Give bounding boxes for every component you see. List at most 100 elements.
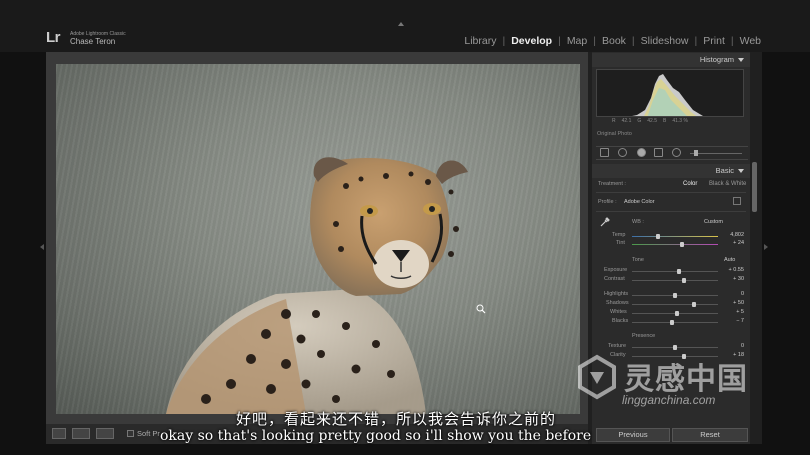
contrast-value[interactable]: + 30 xyxy=(733,276,744,282)
original-photo-label[interactable]: Original Photo xyxy=(597,131,632,137)
highlights-label: Highlights xyxy=(604,291,629,297)
module-book[interactable]: Book xyxy=(601,35,627,47)
basic-title: Basic xyxy=(715,166,734,175)
red-eye-icon[interactable] xyxy=(637,148,646,157)
app-logo: Lr xyxy=(46,29,61,46)
wb-eyedropper-icon[interactable] xyxy=(600,217,610,227)
module-web[interactable]: Web xyxy=(739,35,762,47)
readout-b-value: 41.3 % xyxy=(672,118,688,124)
contrast-slider[interactable] xyxy=(632,280,718,281)
watermark-logo-icon xyxy=(578,354,616,400)
cheetah-image xyxy=(166,157,468,414)
shadows-slider-knob[interactable] xyxy=(691,302,696,307)
divider xyxy=(596,211,746,212)
treatment-bw-button[interactable]: Black & White xyxy=(706,180,749,188)
divider xyxy=(596,192,746,193)
contrast-slider-knob[interactable] xyxy=(681,278,686,283)
histogram-readout: R 42.1 G 42.5 B 41.3 % xyxy=(612,118,712,124)
whites-slider-knob[interactable] xyxy=(674,311,679,316)
basic-panel-header[interactable]: Basic xyxy=(592,164,750,178)
collapse-top-panel-icon[interactable] xyxy=(398,22,404,26)
profile-browser-icon[interactable] xyxy=(733,197,741,205)
texture-label: Texture xyxy=(608,343,627,349)
treatment-color-button[interactable]: Color xyxy=(680,180,700,188)
temp-label: Temp xyxy=(612,232,626,238)
shadows-slider[interactable] xyxy=(632,304,718,305)
temp-value[interactable]: 4,802 xyxy=(730,232,744,238)
reset-button[interactable]: Reset xyxy=(672,428,748,442)
before-after-button[interactable] xyxy=(72,428,90,439)
readout-r-label: R xyxy=(612,118,616,124)
highlights-slider-knob[interactable] xyxy=(673,293,677,298)
readout-g-label: G xyxy=(637,118,642,124)
whites-value[interactable]: + 5 xyxy=(736,309,744,315)
presence-label: Presence xyxy=(632,333,656,339)
blacks-slider[interactable] xyxy=(632,322,718,323)
shadows-value[interactable]: + 50 xyxy=(733,300,744,306)
soft-proofing-checkbox[interactable] xyxy=(127,430,134,437)
shadows-label: Shadows xyxy=(606,300,629,306)
readout-g-value: 42.5 xyxy=(647,118,657,124)
module-separator: | xyxy=(631,35,635,47)
histogram-title: Histogram xyxy=(699,55,734,64)
module-separator: | xyxy=(730,35,734,47)
module-print[interactable]: Print xyxy=(702,35,726,47)
temp-slider[interactable] xyxy=(632,236,718,237)
radial-filter-icon[interactable] xyxy=(672,148,681,157)
collapse-left-panel-icon[interactable] xyxy=(40,244,44,250)
module-separator: | xyxy=(694,35,698,47)
watermark-url: lingganchina.com xyxy=(622,393,716,407)
panel-collapse-icon xyxy=(738,169,744,174)
before-after-swap-button[interactable] xyxy=(96,428,114,439)
readout-b-label: B xyxy=(662,118,667,124)
wb-label: WB : xyxy=(632,219,644,225)
watermark-name: 灵感中国 xyxy=(624,363,748,396)
module-library[interactable]: Library xyxy=(463,35,497,47)
crop-tool-icon[interactable] xyxy=(600,148,609,157)
module-picker: Library | Develop | Map | Book | Slidesh… xyxy=(463,35,762,47)
profile-label: Profile : xyxy=(598,199,617,205)
collapse-right-panel-icon[interactable] xyxy=(764,244,768,250)
brush-slider-knob[interactable] xyxy=(694,150,698,156)
zoom-cursor-icon xyxy=(476,304,486,314)
treatment-label: Treatment : xyxy=(598,181,626,187)
module-slideshow[interactable]: Slideshow xyxy=(640,35,690,47)
blacks-label: Blacks xyxy=(612,318,629,324)
subtitle-chinese: 好吧，看起来还不错，所以我会告诉你之前的 xyxy=(236,411,557,428)
spot-removal-icon[interactable] xyxy=(618,148,627,157)
module-develop[interactable]: Develop xyxy=(510,35,553,47)
soft-proofing-label: Soft Pr xyxy=(137,429,160,438)
photo-preview[interactable] xyxy=(56,64,580,414)
histogram-graph xyxy=(632,74,703,116)
texture-value[interactable]: 0 xyxy=(741,343,744,349)
tone-label: Tone xyxy=(632,257,644,263)
temp-slider-knob[interactable] xyxy=(655,234,660,239)
subtitle-english: okay so that's looking pretty good so i'… xyxy=(160,428,592,444)
tint-slider[interactable] xyxy=(632,244,718,245)
tint-slider-knob[interactable] xyxy=(679,242,684,247)
exposure-slider[interactable] xyxy=(632,271,718,272)
exposure-value[interactable]: + 0.55 xyxy=(729,267,744,273)
module-separator: | xyxy=(593,35,596,47)
wb-value[interactable]: Custom xyxy=(704,219,723,225)
contrast-label: Contrast xyxy=(604,276,625,282)
profile-value[interactable]: Adobe Color xyxy=(624,199,655,205)
loupe-view-button[interactable] xyxy=(52,428,66,439)
tint-value[interactable]: + 24 xyxy=(733,240,744,246)
histogram-panel-header[interactable]: Histogram xyxy=(592,53,750,67)
identity-plate-name: Chase Teron xyxy=(70,37,116,46)
previous-button[interactable]: Previous xyxy=(596,428,670,442)
module-separator: | xyxy=(558,35,561,47)
histogram xyxy=(596,69,744,117)
texture-slider-knob[interactable] xyxy=(673,345,677,350)
module-map[interactable]: Map xyxy=(566,35,588,47)
exposure-slider-knob[interactable] xyxy=(677,269,682,274)
panel-scrollbar[interactable] xyxy=(752,162,757,212)
blacks-slider-knob[interactable] xyxy=(670,320,675,325)
graduated-filter-icon[interactable] xyxy=(654,148,663,157)
exposure-label: Exposure xyxy=(604,267,628,273)
tone-auto-button[interactable]: Auto xyxy=(724,257,735,263)
highlights-value[interactable]: 0 xyxy=(741,291,744,297)
blacks-value[interactable]: − 7 xyxy=(736,318,744,324)
whites-label: Whites xyxy=(610,309,627,315)
